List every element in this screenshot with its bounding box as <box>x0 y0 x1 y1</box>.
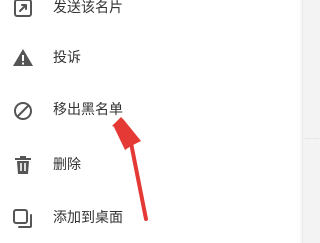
menu-item-share-card[interactable]: 发送该名片 <box>0 0 300 34</box>
divider <box>305 138 319 139</box>
menu-item-label: 投诉 <box>53 50 81 66</box>
block-icon <box>14 102 32 120</box>
share-icon <box>14 0 32 17</box>
menu-item-label: 删除 <box>53 157 81 173</box>
menu-item-add-desktop[interactable]: 添加到桌面 <box>0 191 300 243</box>
warning-icon <box>13 49 33 66</box>
add-to-desktop-icon <box>13 209 32 228</box>
menu-item-remove-blacklist[interactable]: 移出黑名单 <box>0 85 300 137</box>
menu-item-label: 添加到桌面 <box>53 210 123 226</box>
menu-item-report[interactable]: 投诉 <box>0 32 300 84</box>
context-menu: 发送该名片 投诉 移出黑名单 删除 添加到桌面 <box>0 0 300 243</box>
trash-icon <box>15 156 31 174</box>
menu-item-label: 发送该名片 <box>53 0 123 16</box>
background-panel-edge <box>302 0 320 243</box>
menu-item-label: 移出黑名单 <box>53 102 123 118</box>
menu-item-delete[interactable]: 删除 <box>0 138 300 190</box>
